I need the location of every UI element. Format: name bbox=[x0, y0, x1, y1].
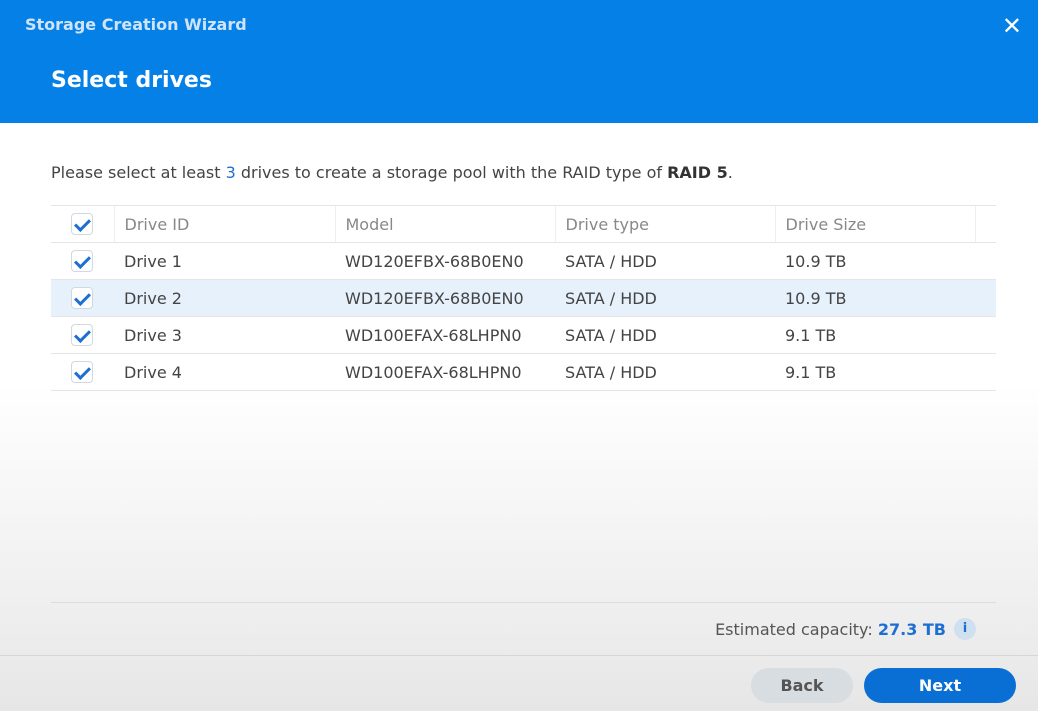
select-all-checkbox[interactable] bbox=[71, 213, 93, 235]
drive-id: Drive 1 bbox=[114, 242, 335, 280]
table-row[interactable]: Drive 3 WD100EFAX-68LHPN0 SATA / HDD 9.1… bbox=[51, 316, 996, 354]
table-header: Drive ID Model Drive type Drive Size bbox=[51, 205, 996, 243]
row-checkbox[interactable] bbox=[71, 287, 93, 309]
drive-table: Drive ID Model Drive type Drive Size Dri… bbox=[51, 205, 996, 391]
drive-type: SATA / HDD bbox=[555, 353, 775, 391]
next-button[interactable]: Next bbox=[864, 668, 1016, 703]
wizard-body: Please select at least 3 drives to creat… bbox=[0, 123, 1038, 711]
drive-type: SATA / HDD bbox=[555, 242, 775, 280]
drive-size: 9.1 TB bbox=[775, 353, 975, 391]
table-row[interactable]: Drive 1 WD120EFBX-68B0EN0 SATA / HDD 10.… bbox=[51, 242, 996, 280]
header-drive-size[interactable]: Drive Size bbox=[774, 205, 975, 243]
drive-model: WD100EFAX-68LHPN0 bbox=[335, 316, 555, 354]
drive-type: SATA / HDD bbox=[555, 279, 775, 317]
drive-id: Drive 4 bbox=[114, 353, 335, 391]
table-row[interactable]: Drive 4 WD100EFAX-68LHPN0 SATA / HDD 9.1… bbox=[51, 353, 996, 391]
drive-model: WD120EFBX-68B0EN0 bbox=[335, 242, 555, 280]
drive-size: 9.1 TB bbox=[775, 316, 975, 354]
row-checkbox[interactable] bbox=[71, 361, 93, 383]
drive-model: WD100EFAX-68LHPN0 bbox=[335, 353, 555, 391]
window-title: Storage Creation Wizard bbox=[25, 15, 247, 34]
back-button[interactable]: Back bbox=[751, 668, 853, 703]
footer-divider bbox=[0, 655, 1038, 656]
drive-type: SATA / HDD bbox=[555, 316, 775, 354]
instruction-text: Please select at least 3 drives to creat… bbox=[51, 163, 733, 182]
header-drive-id[interactable]: Drive ID bbox=[113, 205, 335, 243]
drive-size: 10.9 TB bbox=[775, 242, 975, 280]
close-icon[interactable]: ✕ bbox=[1002, 12, 1022, 40]
drive-id: Drive 2 bbox=[114, 279, 335, 317]
drive-model: WD120EFBX-68B0EN0 bbox=[335, 279, 555, 317]
page-title: Select drives bbox=[51, 68, 212, 93]
drive-size: 10.9 TB bbox=[775, 279, 975, 317]
divider bbox=[51, 602, 996, 603]
table-row[interactable]: Drive 2 WD120EFBX-68B0EN0 SATA / HDD 10.… bbox=[51, 279, 996, 317]
row-checkbox[interactable] bbox=[71, 324, 93, 346]
drive-id: Drive 3 bbox=[114, 316, 335, 354]
row-checkbox[interactable] bbox=[71, 250, 93, 272]
header-drive-type[interactable]: Drive type bbox=[554, 205, 775, 243]
wizard-header: Storage Creation Wizard ✕ Select drives bbox=[0, 0, 1038, 123]
estimated-capacity: Estimated capacity: 27.3 TB bbox=[715, 620, 946, 639]
info-icon[interactable]: i bbox=[954, 618, 976, 640]
header-model[interactable]: Model bbox=[334, 205, 555, 243]
